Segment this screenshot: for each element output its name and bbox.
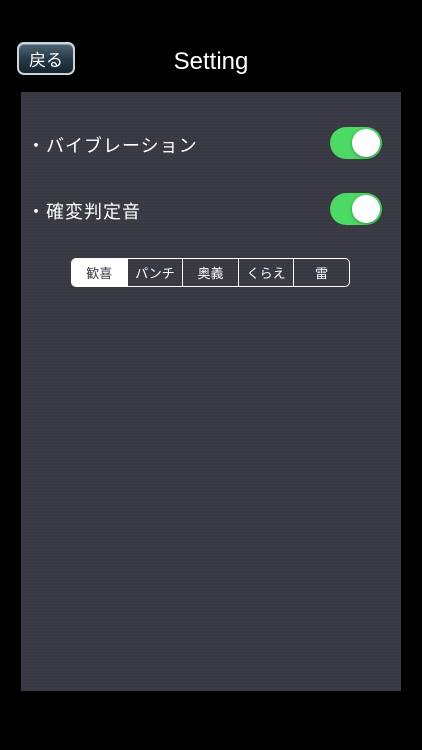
segment-kanki[interactable]: 歓喜 (72, 259, 127, 286)
probability-sound-label: ・確変判定音 (27, 202, 141, 223)
toggle-knob (352, 129, 380, 157)
setting-row-probability-sound: ・確変判定音 (21, 192, 401, 228)
sound-segmented-control: 歓喜 パンチ 奥義 くらえ 雷 (71, 258, 350, 287)
probability-sound-toggle[interactable] (330, 193, 382, 225)
settings-screen: 戻る Setting ・バイブレーション ・確変判定音 歓喜 パンチ 奥義 くら… (0, 0, 422, 750)
vibration-label: ・バイブレーション (27, 136, 198, 157)
segment-punch[interactable]: パンチ (126, 259, 183, 286)
setting-row-vibration: ・バイブレーション (21, 126, 401, 162)
page-title: Setting (173, 48, 249, 75)
toggle-knob (352, 195, 380, 223)
settings-panel: ・バイブレーション ・確変判定音 歓喜 パンチ 奥義 くらえ 雷 (21, 92, 401, 691)
segment-ougi[interactable]: 奥義 (182, 259, 238, 286)
vibration-toggle[interactable] (330, 127, 382, 159)
segment-kurae[interactable]: くらえ (237, 259, 294, 286)
segment-kaminari[interactable]: 雷 (293, 259, 349, 286)
